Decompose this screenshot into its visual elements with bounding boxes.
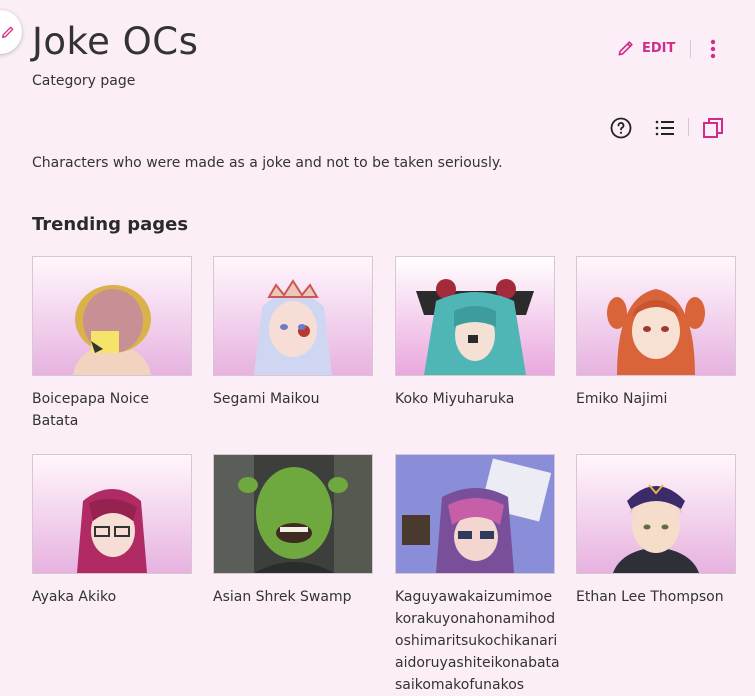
card-label: Kaguyawakaizumimoekorakuyonahonamihodosh…	[395, 589, 560, 693]
character-thumbnail	[576, 256, 736, 376]
character-thumbnail	[32, 454, 192, 574]
card-label: Boicepapa Noice Batata	[32, 391, 149, 429]
card-label: Asian Shrek Swamp	[213, 589, 352, 605]
help-circle-icon[interactable]	[609, 116, 633, 140]
character-thumbnail	[395, 454, 555, 574]
kebab-menu-icon[interactable]	[706, 38, 720, 60]
list-view-icon[interactable]	[653, 116, 677, 140]
page-subtitle: Category page	[32, 73, 136, 89]
trending-card[interactable]: Asian Shrek Swamp	[213, 454, 373, 608]
trending-card[interactable]: Boicepapa Noice Batata	[32, 256, 192, 432]
character-thumbnail	[213, 256, 373, 376]
trending-card[interactable]: Ayaka Akiko	[32, 454, 192, 608]
character-thumbnail	[213, 454, 373, 574]
character-thumbnail	[395, 256, 555, 376]
character-thumbnail	[32, 256, 192, 376]
category-description: Characters who were made as a joke and n…	[32, 155, 503, 171]
edit-label: EDIT	[642, 40, 676, 56]
card-label: Ethan Lee Thompson	[576, 589, 724, 605]
trending-card[interactable]: Segami Maikou	[213, 256, 373, 410]
trending-card[interactable]: Kaguyawakaizumimoekorakuyonahonamihodosh…	[395, 454, 560, 696]
card-label: Ayaka Akiko	[32, 589, 117, 605]
card-label: Segami Maikou	[213, 391, 320, 407]
edit-button[interactable]: EDIT	[616, 38, 675, 58]
character-thumbnail	[576, 454, 736, 574]
trending-card[interactable]: Ethan Lee Thompson	[576, 454, 736, 608]
toolbar-divider	[690, 40, 691, 58]
trending-card[interactable]: Emiko Najimi	[576, 256, 736, 410]
trending-card[interactable]: Koko Miyuharuka	[395, 256, 555, 410]
view-divider	[688, 118, 689, 136]
gallery-view-icon[interactable]	[701, 116, 725, 140]
floating-edit-button[interactable]	[0, 10, 22, 54]
pencil-icon	[0, 24, 16, 40]
pencil-icon	[616, 38, 636, 58]
card-label: Koko Miyuharuka	[395, 391, 515, 407]
page-title: Joke OCs	[32, 20, 199, 63]
trending-heading: Trending pages	[32, 214, 189, 235]
card-label: Emiko Najimi	[576, 391, 668, 407]
